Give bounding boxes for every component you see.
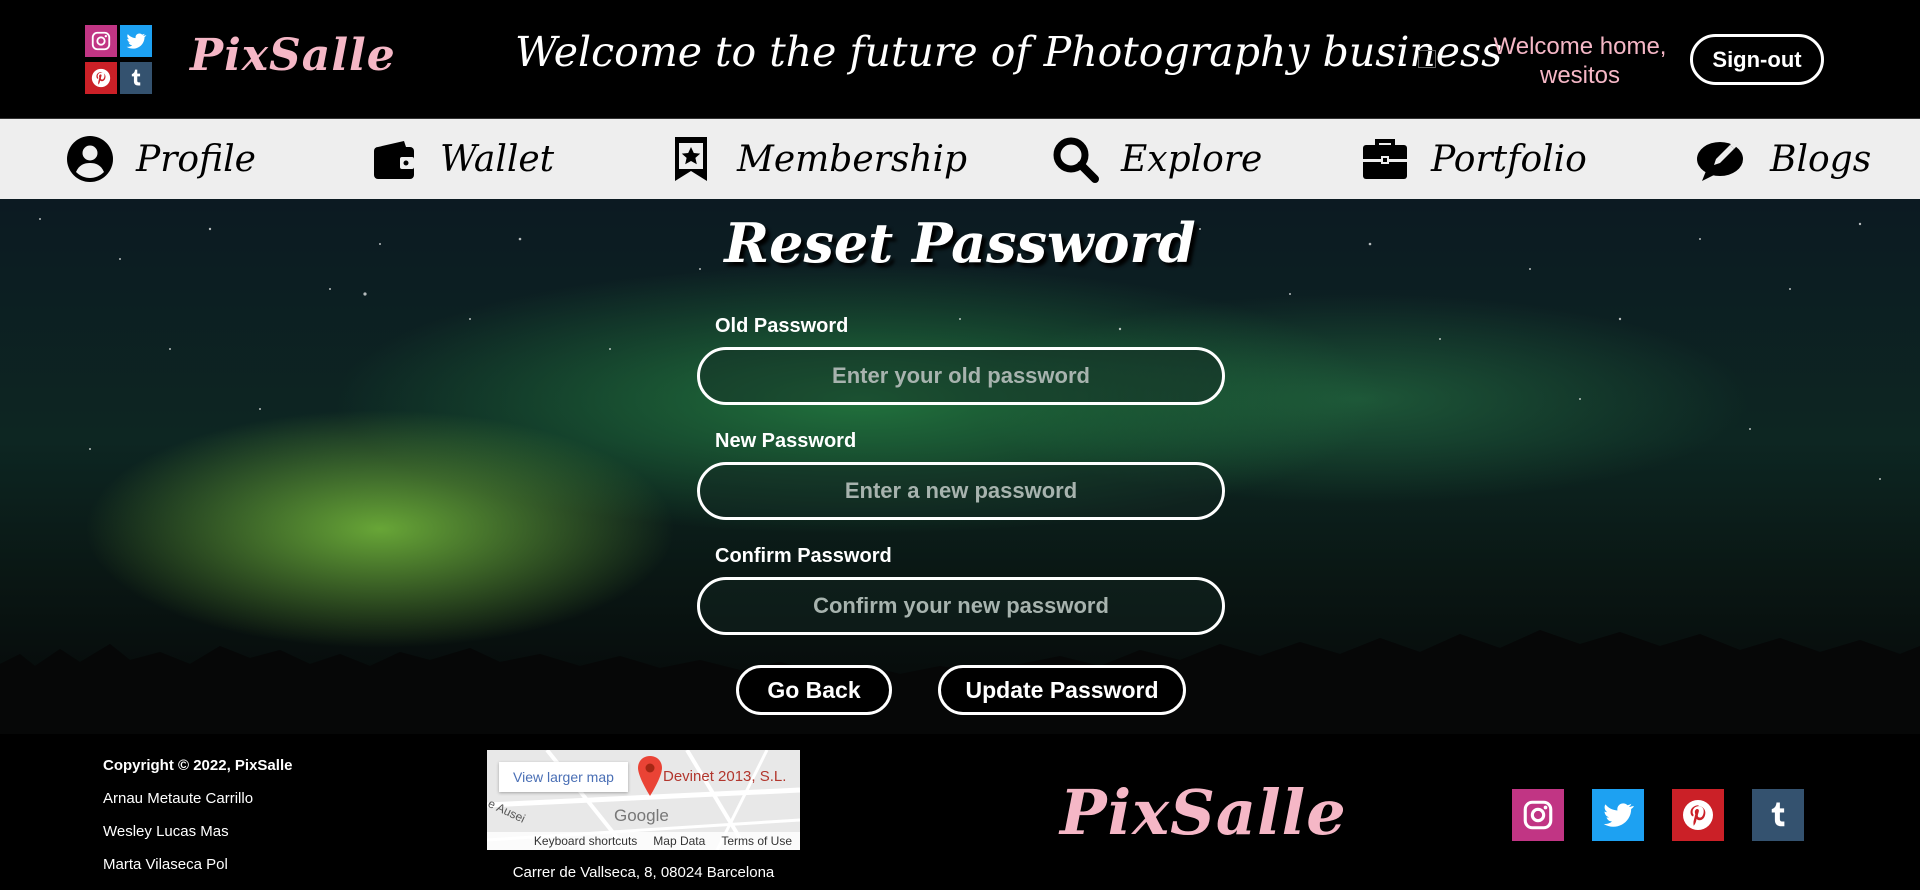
nav-label-membership: Membership [737,138,968,180]
footer-tumblr-icon[interactable] [1752,789,1804,841]
page-title: Reset Password [724,211,1196,275]
sign-out-button[interactable]: Sign-out [1690,34,1824,85]
user-avatar [1418,50,1436,68]
confirm-password-input[interactable] [697,577,1225,635]
copyright-text: Copyright © 2022, PixSalle [103,757,293,774]
map-attribution-bar: Keyboard shortcuts Map Data Terms of Use [487,832,800,850]
pinterest-icon[interactable] [85,61,117,94]
view-larger-map-link[interactable]: View larger map [499,762,628,792]
comment-pen-icon [1697,142,1743,181]
google-logo: Google [614,806,669,825]
map-pin-icon [638,756,662,796]
footer-twitter-icon[interactable] [1592,789,1644,841]
nav-item-explore[interactable]: Explore [1051,129,1262,189]
footer-address: Carrer de Vallseca, 8, 08024 Barcelona [512,864,775,881]
nav-item-wallet[interactable]: Wallet [370,129,554,189]
author-name: Wesley Lucas Mas [103,823,229,840]
terms-of-use-link[interactable]: Terms of Use [721,834,792,848]
tumblr-icon[interactable] [120,61,152,94]
update-password-button[interactable]: Update Password [938,665,1186,715]
confirm-password-label: Confirm Password [715,545,892,567]
nav-label-blogs: Blogs [1770,138,1872,180]
bookmark-star-icon [675,137,707,181]
new-password-label: New Password [715,430,857,452]
nav-label-profile: Profile [136,138,256,180]
user-icon [67,136,113,182]
old-password-label: Old Password [715,315,849,337]
briefcase-icon [1363,139,1407,179]
old-password-input[interactable] [697,347,1225,405]
header-social-links [85,25,155,95]
go-back-button[interactable]: Go Back [736,665,892,715]
instagram-icon[interactable] [85,25,117,57]
footer-instagram-icon[interactable] [1512,789,1564,841]
twitter-icon[interactable] [120,25,152,57]
footer-pinterest-icon[interactable] [1672,789,1724,841]
search-icon [1053,137,1099,183]
nav-label-wallet: Wallet [440,138,555,180]
map-data-link[interactable]: Map Data [653,834,705,848]
main-nav: Profile Wallet Membership Explore Portfo… [0,119,1920,199]
nav-label-explore: Explore [1121,138,1263,180]
author-name: Marta Vilaseca Pol [103,856,228,873]
header: PixSalle Welcome to the future of Photog… [0,0,1920,119]
footer-logo[interactable]: PixSalle [1060,776,1347,849]
nav-item-portfolio[interactable]: Portfolio [1361,129,1587,189]
embedded-map[interactable]: e Ausei View larger map Devinet 2013, S.… [487,750,800,850]
keyboard-shortcuts-link[interactable]: Keyboard shortcuts [534,834,637,848]
new-password-input[interactable] [697,462,1225,520]
footer: Copyright © 2022, PixSalle Arnau Metaute… [0,734,1920,890]
nav-item-profile[interactable]: Profile [66,129,256,189]
brand-logo[interactable]: PixSalle [190,30,396,81]
reset-password-section: Reset Password Old Password New Password… [0,199,1920,734]
nav-item-blogs[interactable]: Blogs [1692,129,1871,189]
header-slogan: Welcome to the future of Photography bus… [515,28,1503,76]
nav-item-membership[interactable]: Membership [667,129,967,189]
map-place-label: Devinet 2013, S.L. [663,768,787,785]
wallet-icon [374,141,414,179]
welcome-message: Welcome home, wesitos [1493,33,1667,89]
author-name: Arnau Metaute Carrillo [103,790,254,807]
nav-label-portfolio: Portfolio [1431,138,1587,180]
